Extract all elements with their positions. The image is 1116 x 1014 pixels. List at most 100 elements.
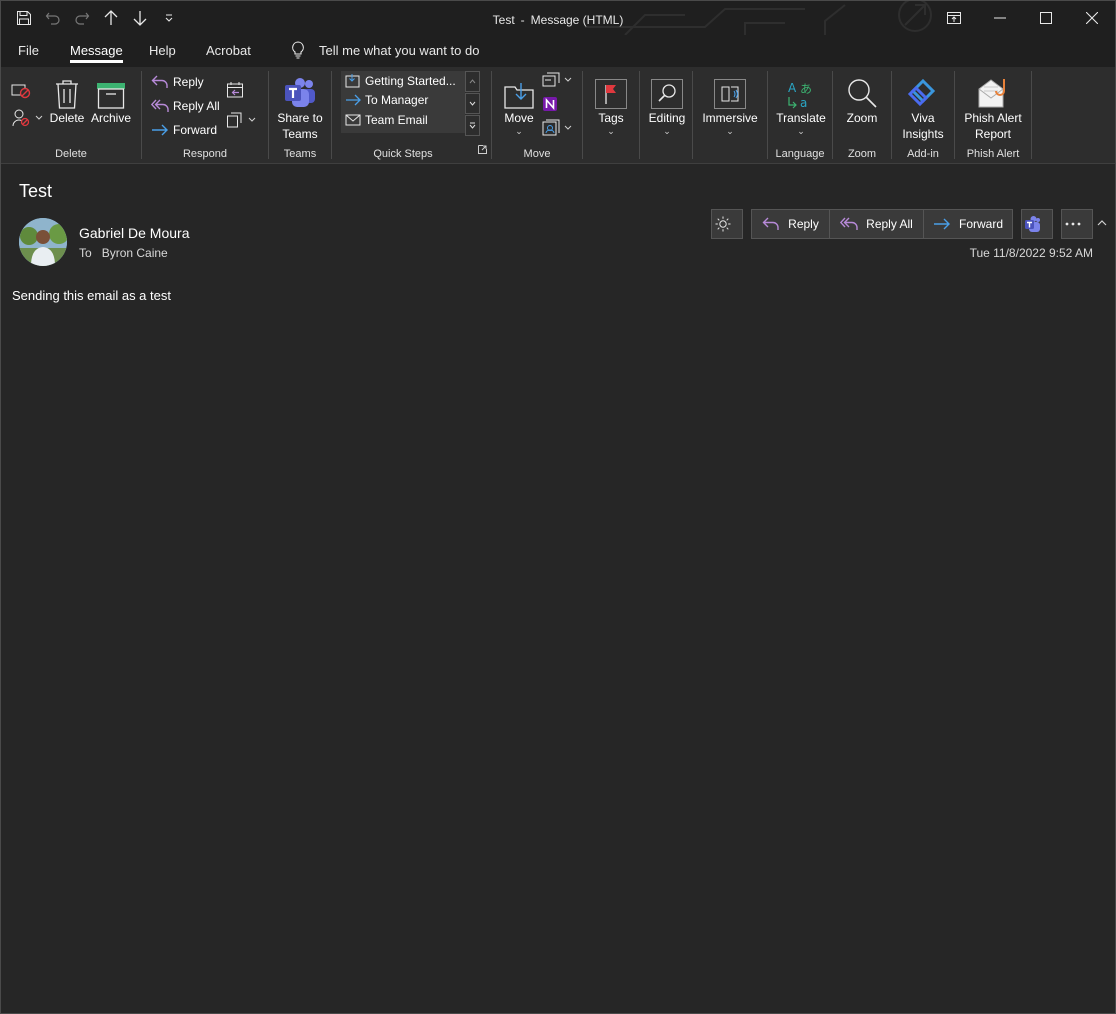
onenote-icon bbox=[543, 97, 557, 111]
message-date: Tue 11/8/2022 9:52 AM bbox=[969, 246, 1093, 260]
to-label: To bbox=[79, 246, 92, 260]
chevron-down-icon: ⌄ bbox=[726, 126, 734, 136]
chevron-down-icon bbox=[564, 125, 572, 130]
language-group-label: Language bbox=[775, 148, 825, 160]
message-body[interactable]: Sending this email as a test bbox=[12, 288, 171, 303]
tab-file[interactable]: File bbox=[18, 43, 39, 58]
getting-started-icon bbox=[345, 74, 360, 88]
tell-me-label: Tell me what you want to do bbox=[319, 42, 480, 58]
tags-label: Tags bbox=[598, 111, 624, 125]
actions-button[interactable] bbox=[542, 117, 576, 139]
quick-steps-scroll-down[interactable] bbox=[465, 93, 480, 114]
tags-button[interactable]: Tags ⌄ bbox=[593, 71, 629, 136]
tell-me-search[interactable]: Tell me what you want to do bbox=[291, 41, 479, 59]
ribbon-tabs: File Message Help Acrobat Tell me what y… bbox=[1, 35, 1115, 67]
recipients: To Byron Caine bbox=[79, 246, 168, 260]
to-recipient[interactable]: Byron Caine bbox=[102, 246, 168, 260]
viva-line1: Viva bbox=[911, 111, 935, 125]
move-label: Move bbox=[504, 111, 534, 125]
outlook-message-window: Test - Message (HTML) File Message Help Ac… bbox=[0, 0, 1116, 1014]
quick-step-label: To Manager bbox=[365, 93, 429, 107]
tab-help[interactable]: Help bbox=[149, 43, 176, 58]
avatar[interactable] bbox=[19, 218, 67, 266]
lightbulb-icon bbox=[292, 41, 304, 59]
translate-button[interactable]: Aあa Translate ⌄ bbox=[774, 71, 828, 136]
dialog-launcher-icon[interactable] bbox=[478, 141, 487, 159]
group-separator bbox=[1031, 71, 1032, 159]
quick-step-label: Team Email bbox=[365, 113, 428, 127]
forward-button[interactable]: Forward bbox=[923, 209, 1013, 239]
title-bar: Test - Message (HTML) bbox=[1, 1, 1115, 35]
window-title-separator: - bbox=[520, 13, 525, 27]
minimize-icon[interactable] bbox=[977, 1, 1023, 35]
actions-icon bbox=[542, 119, 560, 136]
svg-text:A: A bbox=[788, 81, 797, 95]
viva-line2: Insights bbox=[902, 127, 944, 141]
viva-insights-icon bbox=[907, 78, 936, 107]
editing-group: Editing ⌄ bbox=[640, 67, 692, 163]
phish-alert-report-button[interactable]: Phish Alert Report bbox=[959, 71, 1027, 142]
flag-icon bbox=[595, 79, 627, 109]
editing-button[interactable]: Editing ⌄ bbox=[646, 71, 688, 136]
quick-steps-scroll bbox=[465, 71, 480, 136]
zoom-button[interactable]: Zoom bbox=[841, 71, 883, 126]
immersive-label: Immersive bbox=[702, 111, 758, 125]
theme-toggle-button[interactable] bbox=[711, 209, 743, 239]
move-folder-icon bbox=[504, 83, 534, 109]
sender-name[interactable]: Gabriel De Moura bbox=[79, 225, 190, 241]
svg-text:あ: あ bbox=[800, 82, 812, 96]
ribbon-display-options-icon[interactable] bbox=[931, 1, 977, 35]
rules-icon bbox=[542, 72, 560, 87]
quick-steps-group: Getting Started... To Manager Team Email bbox=[1, 67, 491, 163]
forward-arrow-icon bbox=[346, 94, 361, 106]
move-group: Move ⌄ Move bbox=[492, 67, 582, 163]
phish-alert-group: Phish Alert Report Phish Alert bbox=[955, 67, 1031, 163]
quick-steps-group-label: Quick Steps bbox=[373, 148, 433, 160]
immersive-reader-icon bbox=[714, 79, 746, 109]
teams-chat-button[interactable] bbox=[1021, 209, 1053, 239]
chevron-down-icon bbox=[564, 77, 572, 82]
reply-all-label: Reply All bbox=[866, 217, 913, 231]
envelope-icon bbox=[345, 114, 361, 126]
chevron-down-icon: ⌄ bbox=[607, 126, 615, 136]
quick-step-team-email[interactable]: Team Email bbox=[345, 113, 428, 127]
more-actions-button[interactable] bbox=[1061, 209, 1093, 239]
quick-steps-gallery: Getting Started... To Manager Team Email bbox=[341, 71, 465, 133]
ribbon: Delete Archive Delete Reply Reply All Fo… bbox=[1, 67, 1115, 226]
chevron-down-icon: ⌄ bbox=[797, 126, 805, 136]
add-in-group-label: Add-in bbox=[907, 148, 939, 160]
close-icon[interactable] bbox=[1069, 1, 1115, 35]
zoom-icon bbox=[848, 79, 877, 108]
ellipsis-icon bbox=[1065, 222, 1081, 226]
quick-step-getting-started[interactable]: Getting Started... bbox=[345, 73, 456, 89]
sun-icon bbox=[715, 216, 731, 232]
phish-alert-icon bbox=[978, 79, 1005, 108]
chevron-down-icon: ⌄ bbox=[663, 126, 671, 136]
editing-label: Editing bbox=[648, 111, 686, 125]
message-subject: Test bbox=[19, 181, 53, 201]
reply-label: Reply bbox=[788, 217, 819, 231]
language-group: Aあa Translate ⌄ Language bbox=[768, 67, 832, 163]
maximize-icon[interactable] bbox=[1023, 1, 1069, 35]
svg-text:a: a bbox=[800, 96, 807, 109]
quick-steps-more[interactable] bbox=[465, 115, 480, 136]
viva-insights-button[interactable]: Viva Insights bbox=[898, 71, 948, 142]
phish-line2: Report bbox=[974, 127, 1012, 141]
reply-all-button[interactable]: Reply All bbox=[829, 209, 923, 239]
onenote-button[interactable] bbox=[542, 93, 562, 115]
immersive-button[interactable]: Immersive ⌄ bbox=[699, 71, 761, 136]
quick-steps-scroll-up[interactable] bbox=[465, 71, 480, 92]
tab-message[interactable]: Message bbox=[70, 43, 123, 63]
magnifier-icon bbox=[651, 79, 683, 109]
window-controls bbox=[931, 1, 1115, 35]
quick-step-label: Getting Started... bbox=[365, 74, 456, 88]
move-button[interactable]: Move ⌄ bbox=[500, 71, 538, 136]
tab-acrobat[interactable]: Acrobat bbox=[206, 43, 251, 58]
rules-button[interactable] bbox=[542, 69, 576, 91]
respond-actions: Reply Reply All Forward bbox=[751, 209, 1013, 239]
translate-label: Translate bbox=[776, 111, 826, 125]
quick-step-to-manager[interactable]: To Manager bbox=[345, 93, 428, 107]
phish-line1: Phish Alert bbox=[964, 111, 1022, 125]
collapse-ribbon-icon[interactable] bbox=[1097, 213, 1107, 231]
reply-button[interactable]: Reply bbox=[751, 209, 829, 239]
